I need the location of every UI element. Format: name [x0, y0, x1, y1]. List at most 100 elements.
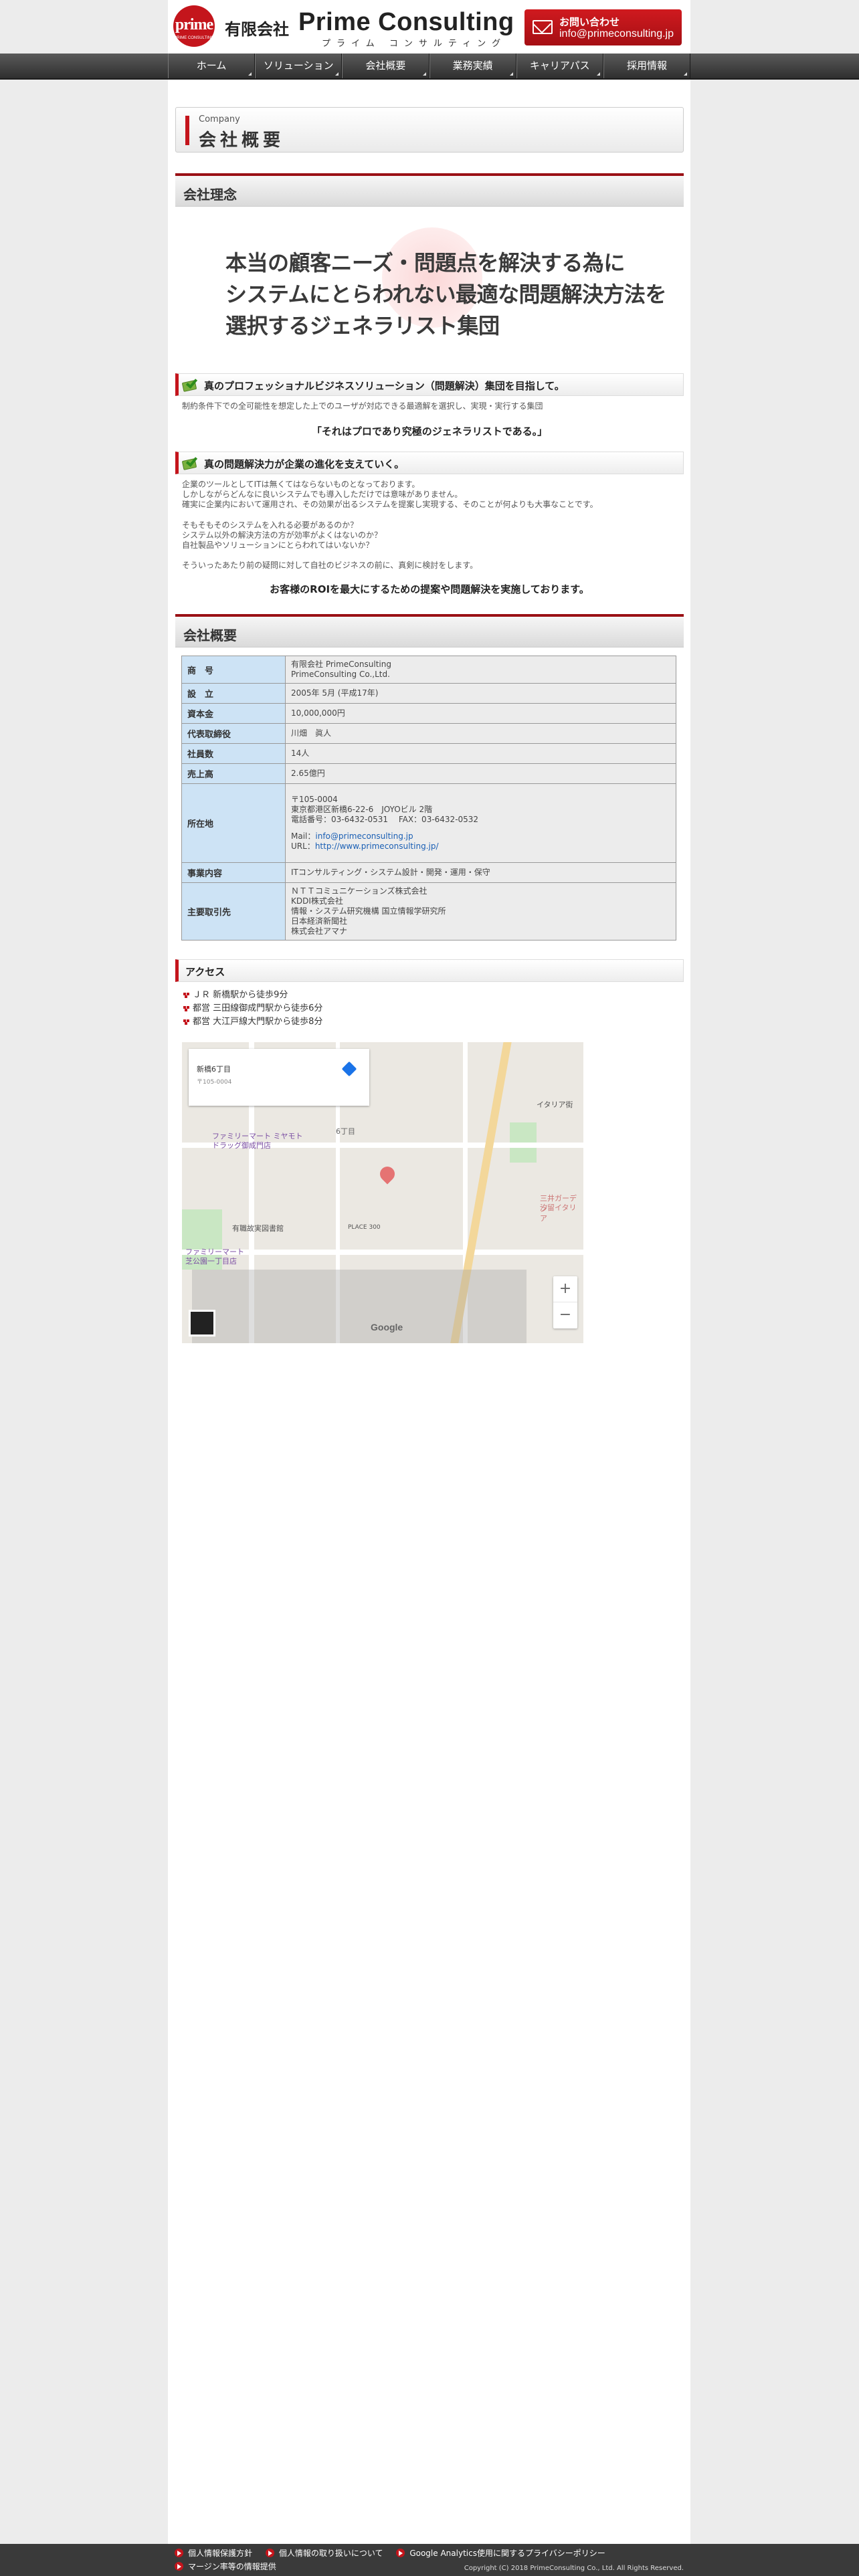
map-label: ドラッグ御成門店: [212, 1141, 271, 1150]
client-line: 株式会社アマナ: [291, 926, 348, 936]
text-line: しかしながらどんなに良いシステムでも導入しただけでは意味がありません。: [182, 490, 463, 499]
page-title-en: Company: [199, 114, 240, 124]
row-value: 10,000,000円: [285, 703, 676, 724]
access-item: 都営 大江戸線大門駅から徒歩8分: [182, 1015, 322, 1029]
subheading-professional: 真のプロフェッショナルビジネスソリューション（問題解決）集団を目指して。: [175, 373, 684, 396]
access-item: 都営 三田線御成門駅から徒歩6分: [182, 1002, 322, 1015]
footer-link-privacy[interactable]: 個人情報保護方針: [175, 2547, 252, 2560]
page-container: prime PRIME CONSULTING 有限会社 Prime Consul…: [0, 0, 859, 2576]
row-key: 事業内容: [181, 862, 286, 883]
directions-icon[interactable]: [341, 1061, 357, 1077]
mail-icon: [533, 20, 553, 34]
map-zoom-control: + −: [553, 1276, 577, 1328]
row-value: ITコンサルティング・システム設計・開発・運用・保守: [285, 862, 676, 883]
nav-career[interactable]: キャリアパス: [516, 54, 603, 78]
row-key: 所在地: [181, 783, 286, 863]
zoom-in-button[interactable]: +: [553, 1276, 577, 1302]
subheading-evolution: 真の問題解決力が企業の進化を支えていく。: [175, 452, 684, 474]
client-line: KDDI株式会社: [291, 896, 343, 906]
street-view-icon[interactable]: [189, 1310, 215, 1336]
google-logo: Google: [371, 1322, 403, 1332]
row-value: 〒105-0004 東京都港区新橋6-22-6 JOYOビル 2階 電話番号：0…: [285, 783, 676, 863]
page-title-jp: 会社概要: [199, 130, 285, 151]
table-row: 所在地 〒105-0004 東京都港区新橋6-22-6 JOYOビル 2階 電話…: [181, 783, 676, 863]
check-card-icon: [181, 376, 200, 392]
text-line: 確実に企業内において運用され、その効果が出るシステムを提案し実現する、そのことが…: [182, 500, 598, 509]
row-key: 売上高: [181, 763, 286, 784]
contact-email: info@primeconsulting.jp: [559, 28, 674, 39]
logo-text: prime: [175, 16, 213, 33]
row-key: 商 号: [181, 656, 286, 684]
map-place-name: 新橋6丁目: [197, 1065, 231, 1074]
subheading-text: 真のプロフェッショナルビジネスソリューション（問題解決）集団を目指して。: [204, 380, 565, 392]
contact-label: お問い合わせ: [559, 16, 620, 28]
row-value: 2005年 5月 (平成17年): [285, 683, 676, 704]
row-value: ＮＴＴコミュニケーションズ株式会社 KDDI株式会社 情報・システム研究機構 国…: [285, 882, 676, 940]
access-item: ＪＲ 新橋駅から徒歩9分: [182, 989, 322, 1002]
company-kana: プライム コンサルティング: [322, 39, 507, 49]
nav-works[interactable]: 業務実績: [429, 54, 516, 78]
copyright: Copyright (C) 2018 PrimeConsulting Co., …: [464, 2565, 684, 2572]
site-header: prime PRIME CONSULTING 有限会社 Prime Consul…: [168, 0, 690, 54]
nav-solution[interactable]: ソリューション: [255, 54, 343, 78]
table-row: 事業内容 ITコンサルティング・システム設計・開発・運用・保守: [181, 862, 676, 883]
row-value: 14人: [285, 743, 676, 764]
subheading-text: 真の問題解決力が企業の進化を支えていく。: [204, 458, 405, 470]
motto-text: 本当の顧客ニーズ・問題点を解決する為に システムにとらわれない最適な問題解決方法…: [225, 247, 666, 342]
footer-link-margin[interactable]: マージン率等の情報提供: [175, 2560, 276, 2573]
url-label: URL：: [291, 841, 315, 851]
nav-recruit[interactable]: 採用情報: [603, 54, 691, 78]
row-key: 主要取引先: [181, 882, 286, 940]
url-link[interactable]: http://www.primeconsulting.jp/: [315, 841, 439, 851]
row-key: 資本金: [181, 703, 286, 724]
text-line: システム以外の解決方法の方が効率がよくはないのか？: [182, 530, 383, 540]
map-place-address: 〒105-0004: [197, 1079, 232, 1086]
map-shade: [192, 1270, 527, 1343]
text-line: 企業のツールとしてITは無くてはならないものとなっております。: [182, 480, 420, 489]
company-type: 有限会社: [225, 20, 289, 39]
philosophy-heading-text: 会社理念: [183, 187, 237, 203]
table-row: 資本金 10,000,000円: [181, 703, 676, 724]
access-heading: アクセス: [175, 959, 684, 982]
table-row: 商 号 有限会社 PrimeConsulting PrimeConsulting…: [181, 656, 676, 684]
table-row: 設 立 2005年 5月 (平成17年): [181, 683, 676, 704]
google-map[interactable]: ファミリーマート ミヤモト ドラッグ御成門店 有職故実図書館 PLACE 300…: [182, 1042, 583, 1343]
footer-link-personal-info[interactable]: 個人情報の取り扱いについて: [265, 2547, 383, 2560]
mail-link[interactable]: info@primeconsulting.jp: [315, 831, 413, 841]
overview-heading: 会社概要: [175, 614, 684, 648]
access-list: ＪＲ 新橋駅から徒歩9分 都営 三田線御成門駅から徒歩6分 都営 大江戸線大門駅…: [182, 989, 322, 1029]
zoom-out-button[interactable]: −: [553, 1302, 577, 1328]
mail-label: Mail：: [291, 831, 316, 841]
map-label: 有職故実図書館: [232, 1224, 284, 1233]
footer-link-analytics[interactable]: Google Analytics使用に関するプライバシーポリシー: [396, 2547, 605, 2560]
page-title: Company 会社概要: [175, 107, 684, 153]
company-logo[interactable]: prime PRIME CONSULTING: [173, 5, 215, 47]
evolution-paragraph-3: そういったあたり前の疑問に対して自社のビジネスの前に、真剣に検討をします。: [182, 561, 478, 570]
overview-heading-text: 会社概要: [183, 627, 237, 643]
nav-company[interactable]: 会社概要: [342, 54, 430, 78]
check-card-icon: [181, 454, 200, 470]
motto-line: 選択するジェネラリスト集団: [225, 313, 500, 338]
client-line: 日本経済新聞社: [291, 916, 348, 926]
row-key: 社員数: [181, 743, 286, 764]
nav-home[interactable]: ホーム: [168, 54, 256, 78]
table-row: 売上高 2.65億円: [181, 763, 676, 784]
map-info-card: 新橋6丁目 〒105-0004: [189, 1049, 369, 1106]
company-name[interactable]: Prime Consulting: [298, 8, 514, 37]
table-row: 代表取締役 川畑 眞人: [181, 723, 676, 744]
company-overview-table: 商 号 有限会社 PrimeConsulting PrimeConsulting…: [181, 656, 676, 940]
contact-button[interactable]: お問い合わせ info@primeconsulting.jp: [524, 9, 682, 45]
url-line: URL：http://www.primeconsulting.jp/: [291, 841, 670, 852]
address-line: 東京都港区新橋6-22-6 JOYOビル 2階: [291, 805, 433, 814]
mail-line: Mail：info@primeconsulting.jp: [291, 831, 670, 841]
value-line: 有限会社 PrimeConsulting: [291, 660, 391, 669]
value-line: PrimeConsulting Co.,Ltd.: [291, 670, 390, 679]
table-row: 主要取引先 ＮＴＴコミュニケーションズ株式会社 KDDI株式会社 情報・システム…: [181, 882, 676, 940]
text-line: 自社製品やソリューションにとらわれてはいないか？: [182, 540, 374, 550]
generalist-quote: 「それはプロであり究極のジェネラリストである。」: [311, 425, 548, 437]
title-accent-bar: [185, 116, 189, 145]
text-line: そもそもそのシステムを入れる必要があるのか？: [182, 520, 359, 530]
table-row: 社員数 14人: [181, 743, 676, 764]
evolution-paragraph-2: そもそもそのシステムを入れる必要があるのか？ システム以外の解決方法の方が効率が…: [182, 520, 382, 551]
map-label: 6丁目: [336, 1127, 355, 1136]
